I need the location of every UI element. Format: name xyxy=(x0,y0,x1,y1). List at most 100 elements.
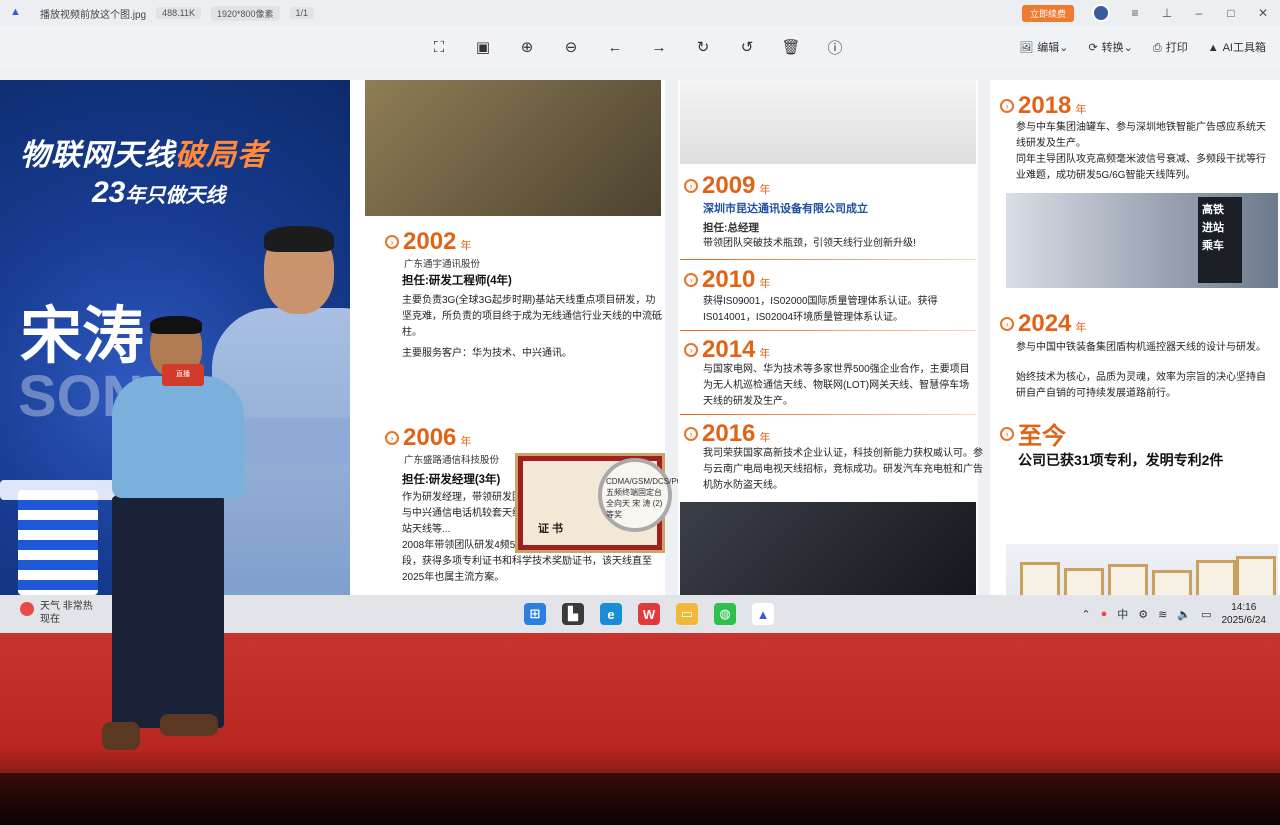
viewer-toolbar: ⛶ ▣ ⊕ ⊖ ← → ↻ ↺ 🗑 ⓘ 🖼 编辑⌄ ⟳ 转换⌄ ⎙ 打印 ▲ AI工具箱 xyxy=(0,26,1280,68)
tray-app-icon[interactable]: ● xyxy=(1101,608,1108,620)
lighthouse-graphic xyxy=(18,490,98,595)
next-arrow-icon[interactable]: → xyxy=(646,35,672,59)
desc-2024-b: 始终技术为核心，品质为灵魂，效率为宗旨的决心坚持自研自产自销的可持续发展道路前行… xyxy=(1016,372,1266,399)
lab-photo xyxy=(365,80,661,216)
wifi-icon[interactable]: ≋ xyxy=(1158,608,1167,621)
battery-icon[interactable]: ▭ xyxy=(1201,608,1211,621)
speaker-shirt xyxy=(112,376,244,498)
edit-label: 编辑 xyxy=(1037,42,1060,54)
fullscreen-icon[interactable]: ⛶ xyxy=(426,35,452,59)
volume-icon[interactable]: 🔈 xyxy=(1177,608,1191,621)
divider xyxy=(680,259,976,260)
microphone-label: 直播 xyxy=(176,371,190,378)
station-photo: 高铁 进站 乘车 xyxy=(1006,193,1278,288)
clock[interactable]: 14:16 2025/6/24 xyxy=(1222,601,1267,627)
settings-icon[interactable]: ⚙ xyxy=(1138,608,1148,621)
year-2018-value: 2018 xyxy=(1018,92,1072,119)
page-indicator: 1/1 xyxy=(289,7,315,19)
present-heading: › 至今 xyxy=(1000,416,1066,451)
chevron-icon: › xyxy=(1000,426,1014,441)
close-icon[interactable]: ✕ xyxy=(1256,6,1270,20)
chevron-icon: › xyxy=(385,235,399,249)
divider xyxy=(680,330,976,331)
year-2014-value: 2014 xyxy=(702,336,756,363)
app-logo-icon: ▲ xyxy=(10,6,21,18)
speaker-shoe xyxy=(160,714,218,736)
divider xyxy=(680,414,976,415)
avatar[interactable] xyxy=(1092,4,1110,22)
rotate-left-icon[interactable]: ↺ xyxy=(734,35,760,59)
desc-2024-a: 参与中国中铁装备集团盾构机遥控器天线的设计与研发。 xyxy=(1016,342,1266,353)
speaker-pants xyxy=(112,496,224,728)
clients-2002: 主要服务客户：华为技术、中兴通讯。 xyxy=(402,348,572,359)
image-viewer-icon[interactable]: ▲ xyxy=(752,603,774,625)
file-name: 播放视频前放这个图.jpg xyxy=(40,9,147,21)
antenna-products-photo xyxy=(680,80,976,164)
year-2006: › 2006 年 xyxy=(385,424,471,452)
certificate-label: 证 书 xyxy=(538,523,564,535)
convert-label: 转换 xyxy=(1101,42,1124,54)
company-2009: 深圳市昆达通讯设备有限公司成立 xyxy=(703,203,868,215)
banner-title-b: 破局者 xyxy=(175,139,268,172)
task-view-icon[interactable]: ▙ xyxy=(562,603,584,625)
file-size: 488.11K xyxy=(156,7,201,19)
chevron-icon: › xyxy=(684,273,698,287)
year-2009-value: 2009 xyxy=(702,172,756,199)
year-2009-unit: 年 xyxy=(759,184,771,196)
microphone-flag: 直播 xyxy=(162,364,204,386)
info-icon[interactable]: ⓘ xyxy=(822,35,848,59)
system-tray: ⌃ ● 中 ⚙ ≋ 🔈 ▭ 14:16 2025/6/24 xyxy=(1081,601,1266,627)
year-2006-value: 2006 xyxy=(403,424,457,451)
desc-2018-b: 同年主导团队攻克高频毫米波信号衰减、多频段干扰等行业难题，成功研发5G/6G智能… xyxy=(1016,154,1266,181)
magnifier-lens: CDMA/GSM/DCS/PCS 五频终端固定台全向天 宋 涛 (2) 等奖 xyxy=(598,458,688,532)
edit-menu[interactable]: 🖼 编辑⌄ xyxy=(1019,39,1068,55)
desc-2014: 与国家电网、华为技术等多家世界500强企业合作，主要项目为无人机巡检通信天线、物… xyxy=(703,364,970,407)
year-2024-unit: 年 xyxy=(1075,322,1087,334)
speaker-hair xyxy=(150,316,202,334)
speaker-shoe xyxy=(102,722,140,750)
title-bar: ▲ 播放视频前放这个图.jpg 488.11K 1920*800像素 1/1 立… xyxy=(0,0,1280,26)
delete-icon[interactable]: 🗑 xyxy=(778,35,804,59)
renew-button[interactable]: 立即续费 xyxy=(1021,4,1074,22)
file-explorer-icon[interactable]: ▭ xyxy=(676,603,698,625)
start-menu-icon[interactable]: ⊞ xyxy=(524,603,546,625)
chevron-icon: › xyxy=(1000,317,1014,331)
edge-browser-icon[interactable]: e xyxy=(600,603,622,625)
print-button[interactable]: ⎙ 打印 xyxy=(1153,39,1188,55)
weather-title: 天气 非常热 xyxy=(40,601,93,612)
chevron-icon: › xyxy=(684,179,698,193)
actual-size-icon[interactable]: ▣ xyxy=(470,35,496,59)
year-2018: › 2018 年 xyxy=(1000,92,1086,120)
pin-icon[interactable]: ⊥ xyxy=(1160,6,1174,20)
server-room-photo xyxy=(680,502,976,595)
maximize-icon[interactable]: □ xyxy=(1224,6,1238,20)
year-2014: › 2014 年 xyxy=(684,336,770,364)
zoom-out-icon[interactable]: ⊖ xyxy=(558,35,584,59)
year-2002: › 2002 年 xyxy=(385,228,471,256)
image-resolution: 1920*800像素 xyxy=(211,5,280,21)
weather-widget[interactable]: 天气 非常热 现在 xyxy=(20,600,93,626)
present-label: 至今 xyxy=(1018,423,1066,450)
menu-icon[interactable]: ≡ xyxy=(1128,6,1142,20)
rotate-right-icon[interactable]: ↻ xyxy=(690,35,716,59)
year-2024: › 2024 年 xyxy=(1000,310,1086,338)
ai-tools-label: AI工具箱 xyxy=(1222,42,1266,54)
year-2010: › 2010 年 xyxy=(684,266,770,294)
wps-office-icon[interactable]: W xyxy=(638,603,660,625)
zoom-in-icon[interactable]: ⊕ xyxy=(514,35,540,59)
role-2009: 担任:总经理 xyxy=(703,222,759,234)
ime-icon[interactable]: 中 xyxy=(1117,606,1128,622)
chevron-icon: › xyxy=(385,431,399,445)
weather-subtitle: 现在 xyxy=(40,614,60,625)
convert-menu[interactable]: ⟳ 转换⌄ xyxy=(1088,39,1132,55)
year-2002-value: 2002 xyxy=(403,228,457,255)
taskbar-apps: ⊞ ▙ e W ▭ ◍ ▲ xyxy=(524,603,774,625)
wechat-icon[interactable]: ◍ xyxy=(714,603,736,625)
portrait-hair xyxy=(264,226,334,252)
ai-tools-button[interactable]: ▲ AI工具箱 xyxy=(1208,39,1266,55)
previous-arrow-icon[interactable]: ← xyxy=(602,35,628,59)
year-2009: › 2009 年 xyxy=(684,172,770,200)
minimize-icon[interactable]: – xyxy=(1192,6,1206,20)
banner-subtitle-text: 年只做天线 xyxy=(125,185,226,207)
chevron-up-icon[interactable]: ⌃ xyxy=(1081,608,1090,621)
